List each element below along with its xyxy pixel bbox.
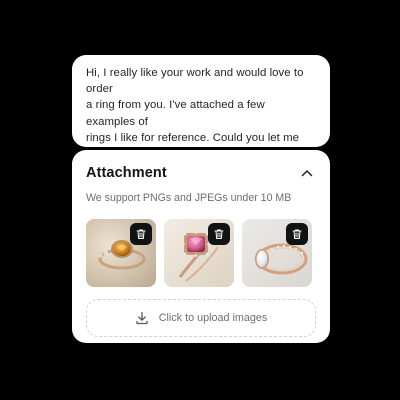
- download-icon: [136, 311, 148, 325]
- stage: Hi, I really like your work and would lo…: [0, 0, 400, 400]
- trash-icon: [292, 229, 302, 239]
- attachment-subtitle: We support PNGs and JPEGs under 10 MB: [86, 192, 292, 204]
- delete-image-button[interactable]: [130, 223, 152, 245]
- trash-icon: [136, 229, 146, 239]
- trash-icon: [214, 229, 224, 239]
- attachment-header: Attachment: [86, 164, 316, 182]
- collapse-button[interactable]: [298, 164, 316, 182]
- attachment-panel: Attachment We support PNGs and JPEGs und…: [72, 150, 330, 343]
- chevron-up-icon: [301, 170, 313, 177]
- delete-image-button[interactable]: [208, 223, 230, 245]
- upload-dropzone[interactable]: Click to upload images: [86, 299, 316, 337]
- attachment-thumbnails: [86, 219, 316, 287]
- delete-image-button[interactable]: [286, 223, 308, 245]
- image-thumbnail[interactable]: [86, 219, 156, 287]
- image-thumbnail[interactable]: [242, 219, 312, 287]
- message-card: Hi, I really like your work and would lo…: [72, 55, 330, 209]
- upload-label: Click to upload images: [158, 312, 268, 324]
- attachment-title: Attachment: [86, 165, 167, 181]
- image-thumbnail[interactable]: [164, 219, 234, 287]
